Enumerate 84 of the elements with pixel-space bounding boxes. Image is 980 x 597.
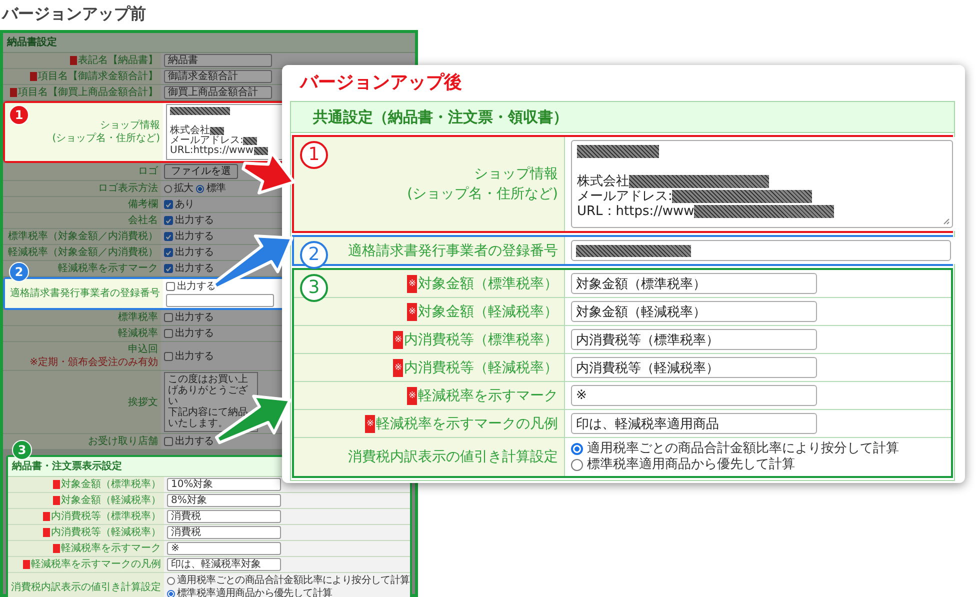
before-heading: バージョンアップ前 <box>0 3 147 25</box>
field-label: 表記名【納品書】 <box>78 54 158 67</box>
checkbox-option[interactable]: 出力する <box>164 246 214 259</box>
checkbox-option[interactable]: 出力する <box>164 262 214 275</box>
field-label: 適格請求書発行事業者の登録番号 <box>10 287 160 300</box>
radio-option[interactable]: 適用税率ごとの商品合計金額比率により按分して計算 <box>571 441 945 457</box>
checkbox-option[interactable]: 出力する <box>164 311 214 324</box>
checkbox-option[interactable]: 出力する <box>164 214 214 227</box>
text-field[interactable]: 対象金額（標準税率） <box>571 273 817 294</box>
text-field[interactable]: 消費税 <box>167 510 281 523</box>
field-note: ※定期・頒布会受注のみ有効 <box>30 356 158 369</box>
field-label: ロゴ <box>138 165 158 178</box>
field-label: 適格請求書発行事業者の登録番号 <box>348 242 558 260</box>
text-field[interactable]: 御買上商品金額合計 <box>164 86 272 99</box>
section-heading: 共通設定（納品書・注文票・領収書） <box>291 102 954 133</box>
field-label: 会社名 <box>128 214 158 227</box>
field-label: (ショップ名・住所など) <box>52 132 160 145</box>
text-field[interactable]: 印は、軽減税率対象 <box>167 558 281 571</box>
field-label: 申込回 <box>128 343 158 356</box>
radio-option[interactable]: 標準 <box>196 182 226 195</box>
field-label: 内消費税等（軽減税率） <box>404 358 558 378</box>
radio-option[interactable]: 拡大 <box>164 182 194 195</box>
required-mark: ※ <box>407 386 417 404</box>
blurred-text-drawing <box>254 147 268 155</box>
field-label: 軽減税率を示すマークの凡例 <box>376 414 558 434</box>
required-mark: ※ <box>393 358 403 376</box>
checkbox-option[interactable]: あり <box>164 198 194 211</box>
required-mark: ※ <box>407 302 417 320</box>
field-label: ショップ情報 <box>100 119 160 132</box>
file-button[interactable]: ファイルを選 <box>164 164 238 179</box>
field-label: 項目名【御請求金額合計】 <box>38 70 158 83</box>
text-field[interactable]: 納品書 <box>164 54 272 67</box>
field-label: 内消費税等（標準税率） <box>51 510 161 523</box>
text-field[interactable]: ※ <box>571 385 817 406</box>
blurred-text-drawing <box>210 127 224 135</box>
field-label: 対象金額（標準税率） <box>418 274 558 294</box>
radio-option[interactable]: 標準税率適用商品から優先して計算 <box>571 457 945 473</box>
after-heading: バージョンアップ後 <box>300 71 463 95</box>
section-heading: 納品書設定 <box>3 33 415 53</box>
text-field[interactable]: 対象金額（軽減税率） <box>571 301 817 322</box>
shop-info-textarea[interactable]: 株式会社 メールアドレス: URL：https://www <box>571 140 953 228</box>
field-label: 軽減税率を示すマークの凡例 <box>31 558 161 571</box>
field-label: 消費税内訳表示の値引き計算設定 <box>11 580 161 594</box>
field-label: 備考欄 <box>128 198 158 211</box>
checkbox-option[interactable]: 出力する <box>164 350 214 362</box>
field-label: 挨拶文 <box>128 396 158 408</box>
field-label: ロゴ表示方法 <box>98 182 158 195</box>
field-label: 標準税率（対象金額／内消費税） <box>8 230 158 243</box>
field-label: (ショップ名・住所など) <box>407 185 558 204</box>
field-label: 軽減税率を示すマーク <box>61 542 161 555</box>
required-mark: ※ <box>365 414 375 432</box>
field-label: 軽減税率 <box>118 327 158 340</box>
field-label: 軽減税率を示すマーク <box>418 386 558 406</box>
text-field[interactable]: 消費税 <box>167 526 281 539</box>
required-mark: ※ <box>393 330 403 348</box>
blurred-text-drawing <box>170 107 230 115</box>
text-field[interactable]: 10%対象 <box>167 478 281 491</box>
checkbox-option[interactable]: 出力する <box>164 230 214 243</box>
text-field[interactable]: ※ <box>167 542 281 555</box>
text-field[interactable] <box>571 240 951 261</box>
required-mark: ※ <box>407 274 417 292</box>
blurred-text-drawing <box>243 137 258 145</box>
text-field[interactable]: 内消費税等（軽減税率） <box>571 357 817 378</box>
field-label: ショップ情報 <box>474 165 558 184</box>
field-label: 内消費税等（軽減税率） <box>51 526 161 539</box>
checkbox-option[interactable]: 出力する <box>164 435 214 448</box>
field-label: お受け取り店舗 <box>88 435 158 448</box>
radio-option[interactable]: 適用税率ごとの商品合計金額比率により按分して計算 <box>167 574 410 587</box>
field-label: 対象金額（軽減税率） <box>61 494 161 507</box>
text-field[interactable]: 内消費税等（標準税率） <box>571 329 817 350</box>
field-label: 対象金額（軽減税率） <box>418 302 558 322</box>
text-field[interactable] <box>166 294 274 307</box>
field-label: 対象金額（標準税率） <box>61 478 161 491</box>
field-label: 項目名【御買上商品金額合計】 <box>18 86 158 99</box>
text-field[interactable]: 印は、軽減税率適用商品 <box>571 413 817 434</box>
text-field[interactable]: 8%対象 <box>167 494 281 507</box>
field-label: 標準税率 <box>118 311 158 324</box>
resize-grip-icon[interactable] <box>942 217 950 225</box>
shop-info-textarea[interactable]: 株式会社 メールアドレス: URL:https://www <box>166 104 284 160</box>
field-label: 内消費税等（標準税率） <box>404 330 558 350</box>
field-label: 軽減税率（対象金額／内消費税） <box>8 246 158 259</box>
text-field[interactable]: 御請求金額合計 <box>164 70 272 83</box>
field-label: 軽減税率を示すマーク <box>58 262 158 275</box>
checkbox-option[interactable]: 出力する <box>164 327 214 340</box>
